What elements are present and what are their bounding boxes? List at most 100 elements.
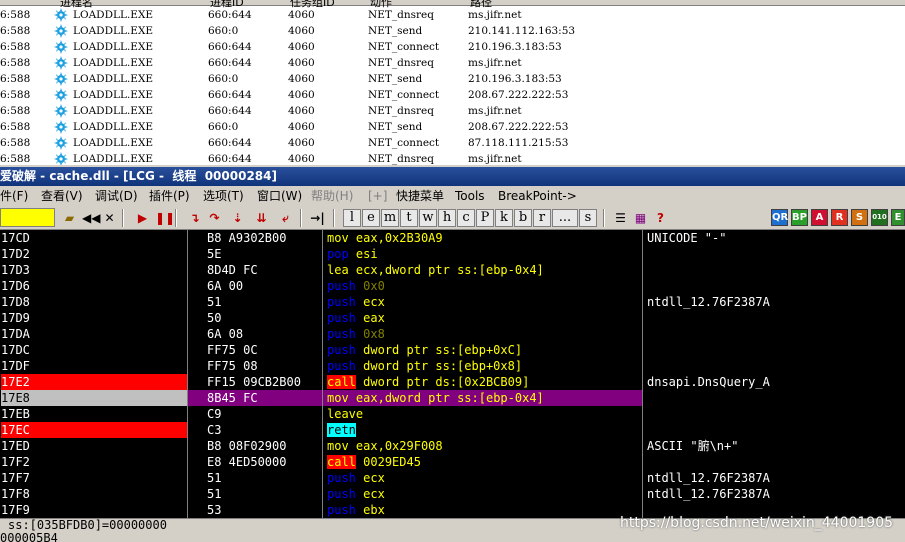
row-group-id: 4060 [288, 121, 315, 133]
handles-button[interactable]: h [438, 209, 456, 227]
disasm-row[interactable]: 17EC C3 retn [0, 422, 905, 438]
instruction: push ecx [327, 486, 385, 502]
status-indicator [0, 208, 55, 227]
watermark: https://blog.csdn.net/weixin_44001905 [620, 515, 894, 531]
disasm-row[interactable]: 17D3 8D4D FC lea ecx,dword ptr ss:[ebp-0x4… [0, 262, 905, 278]
trace-into-icon[interactable]: ⇣ [229, 209, 246, 227]
disasm-row[interactable]: 17D8 51 push ecx ntdll_12.76F2387A [0, 294, 905, 310]
menu-window[interactable]: 窗口(W) [257, 186, 302, 206]
address: 17ED [1, 439, 30, 453]
menu-bar: 件(F) 查看(V) 调试(D) 插件(P) 选项(T) 窗口(W) 帮助(H)… [0, 186, 905, 206]
record-icon[interactable]: R [831, 209, 848, 226]
monitor-row[interactable]: 6:588 LOADDLL.EXE 660:644 4060 NET_dnsreq ms.… [0, 7, 905, 23]
menu-shortcuts[interactable]: 快捷菜单 [396, 186, 444, 206]
disassembly-pane[interactable]: 17CD B8 A9302B00 mov eax,0x2B30A9 UNICODE "… [0, 230, 905, 518]
patches-button[interactable]: P [476, 209, 494, 227]
run-trace-button[interactable]: ... [552, 209, 578, 227]
attach-icon[interactable]: A [811, 209, 828, 226]
menu-file[interactable]: 件(F) [0, 186, 28, 206]
disasm-row[interactable]: 17F7 51 push ecx ntdll_12.76F2387A [0, 470, 905, 486]
gear-icon [54, 72, 68, 86]
memory-button[interactable]: m [381, 209, 399, 227]
menu-help[interactable]: 帮助(H) [311, 186, 353, 206]
mnemonic: mov [327, 231, 349, 245]
monitor-row[interactable]: 6:588 LOADDLL.EXE 660:644 4060 NET_connect 20… [0, 87, 905, 103]
operand: dword ptr ds:[0x2BCB09] [363, 375, 530, 389]
operand: eax,0x29F008 [355, 439, 443, 453]
menu-tools[interactable]: Tools [455, 186, 485, 206]
hex-bytes: 51 [207, 295, 222, 309]
monitor-row[interactable]: 6:588 LOADDLL.EXE 660:0 4060 NET_send 210.141… [0, 23, 905, 39]
call-stack-button[interactable]: k [495, 209, 513, 227]
references-button[interactable]: r [533, 209, 551, 227]
hex-bytes: 6A 00 [207, 279, 244, 293]
disasm-row[interactable]: 17EB C9 leave [0, 406, 905, 422]
row-process: LOADDLL.EXE [73, 57, 154, 69]
monitor-row[interactable]: 6:588 LOADDLL.EXE 660:644 4060 NET_dnsreq ms.… [0, 103, 905, 119]
pause-icon[interactable]: ❚❚ [154, 209, 175, 227]
menu-plus[interactable]: [+] [368, 186, 387, 206]
log-window-button[interactable]: l [343, 209, 361, 227]
step-over-icon[interactable]: ↷ [206, 209, 223, 227]
disasm-row[interactable]: 17CD B8 A9302B00 mov eax,0x2B30A9 UNICODE "… [0, 230, 905, 246]
monitor-row[interactable]: 6:588 LOADDLL.EXE 660:644 4060 NET_connect 87… [0, 135, 905, 151]
modules-button[interactable]: e [362, 209, 380, 227]
address: 17F8 [1, 487, 30, 501]
menu-plugins[interactable]: 插件(P) [149, 186, 190, 206]
trace-over-icon[interactable]: ⇊ [253, 209, 270, 227]
disasm-row[interactable]: 17D6 6A 00 push 0x0 [0, 278, 905, 294]
gear-icon [54, 88, 68, 102]
breakpoint-toggle-icon[interactable]: BP [791, 209, 808, 226]
row-group-id: 4060 [288, 41, 315, 53]
breakpoints-button[interactable]: b [514, 209, 532, 227]
disasm-row[interactable]: 17DC FF75 0C push dword ptr ss:[ebp+0xC] [0, 342, 905, 358]
disasm-row[interactable]: 17F2 E8 4ED50000 call 0029ED45 [0, 454, 905, 470]
hex-bytes: 5E [207, 247, 222, 261]
execute-till-return-icon[interactable]: ⤶ [277, 209, 294, 227]
cpu-button[interactable]: c [457, 209, 475, 227]
windows-button[interactable]: w [419, 209, 437, 227]
stop-icon[interactable]: S [851, 209, 868, 226]
row-pid: 660:644 [208, 89, 252, 101]
monitor-row[interactable]: 6:588 LOADDLL.EXE 660:0 4060 NET_send 210.196… [0, 71, 905, 87]
refresh-icon[interactable]: QR [771, 209, 788, 226]
menu-options[interactable]: 选项(T) [203, 186, 244, 206]
instruction: call 0029ED45 [327, 454, 421, 470]
mnemonic: mov [327, 439, 349, 453]
disasm-row[interactable]: 17ED B8 08F02900 mov eax,0x29F008 ASCII "腑\… [0, 438, 905, 454]
instruction: push 0x8 [327, 326, 385, 342]
row-pid: 660:0 [208, 73, 239, 85]
menu-debug[interactable]: 调试(D) [95, 186, 138, 206]
monitor-row[interactable]: 6:588 LOADDLL.EXE 660:644 4060 NET_connect 21… [0, 39, 905, 55]
menu-breakpoint[interactable]: BreakPoint-> [498, 186, 577, 206]
exit-icon[interactable]: E [891, 209, 905, 226]
disasm-row[interactable]: 17DA 6A 08 push 0x8 [0, 326, 905, 342]
rewind-icon[interactable]: ◀◀ [81, 209, 100, 227]
address: 17D3 [1, 263, 30, 277]
row-time: 6:588 [0, 137, 31, 149]
list-icon[interactable]: ☰ [612, 209, 629, 227]
mnemonic: push [327, 359, 356, 373]
menu-view[interactable]: 查看(V) [41, 186, 83, 206]
disasm-row[interactable]: 17F8 51 push ecx ntdll_12.76F2387A [0, 486, 905, 502]
disasm-row[interactable]: 17DF FF75 08 push dword ptr ss:[ebp+0x8] [0, 358, 905, 374]
hex-bytes: E8 4ED50000 [207, 455, 287, 469]
help-icon[interactable]: ? [652, 209, 669, 227]
threads-button[interactable]: t [400, 209, 418, 227]
open-icon[interactable]: ▰ [61, 209, 78, 227]
close-icon[interactable]: ✕ [101, 209, 118, 227]
step-into-icon[interactable]: ↴ [186, 209, 203, 227]
disasm-row[interactable]: 17E8 8B45 FC mov eax,dword ptr ss:[ebp-0x4… [0, 390, 905, 406]
instruction: push dword ptr ss:[ebp+0xC] [327, 342, 522, 358]
operand: eax,0x2B30A9 [355, 231, 443, 245]
monitor-row[interactable]: 6:588 LOADDLL.EXE 660:644 4060 NET_dnsreq ms.… [0, 55, 905, 71]
source-button[interactable]: s [579, 209, 597, 227]
goto-icon[interactable]: →| [309, 209, 326, 227]
disasm-row[interactable]: 17D9 50 push eax [0, 310, 905, 326]
grid-icon[interactable]: ▦ [632, 209, 649, 227]
disasm-row[interactable]: 17E2 FF15 09CB2B00 call dword ptr ds:[0x2B… [0, 374, 905, 390]
monitor-row[interactable]: 6:588 LOADDLL.EXE 660:0 4060 NET_send 208.67.… [0, 119, 905, 135]
binary-icon[interactable]: 010 [871, 209, 888, 226]
run-icon[interactable]: ▶ [134, 209, 151, 227]
disasm-row[interactable]: 17D2 5E pop esi [0, 246, 905, 262]
